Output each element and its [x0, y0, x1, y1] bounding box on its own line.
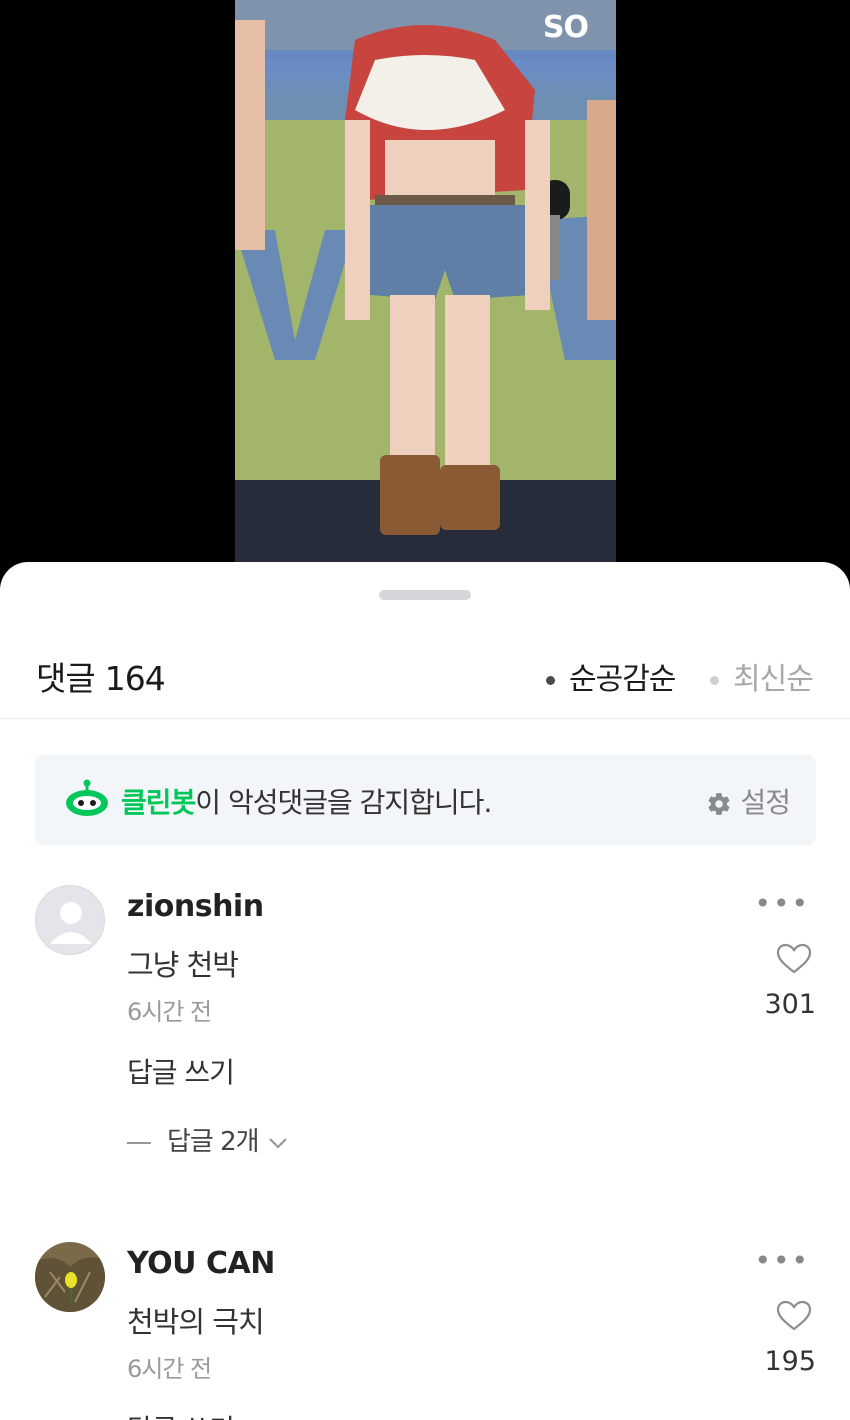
video-player[interactable]: SO [0, 0, 850, 600]
sort-option-latest-label: 최신순 [733, 662, 814, 697]
comments-title-label: 댓글 [36, 659, 96, 698]
replies-toggle-label: 답글 2개 [167, 1127, 260, 1157]
photo-avatar[interactable] [35, 1242, 105, 1312]
reply-write-button[interactable]: 답글 쓰기 [127, 1051, 235, 1091]
drag-handle[interactable] [379, 590, 471, 600]
active-dot-icon [546, 676, 555, 685]
gear-icon [708, 793, 731, 815]
more-options-icon[interactable]: ••• [754, 887, 810, 920]
dash-icon [127, 1141, 151, 1144]
comments-header: 댓글 164 순공감순 최신순 [0, 642, 850, 719]
default-avatar-icon[interactable] [35, 885, 105, 955]
settings-button[interactable]: 설정 [706, 781, 791, 821]
cleanbot-message-text: 이 악성댓글을 감지합니다. [195, 786, 492, 819]
video-watermark: SO [542, 10, 589, 45]
like-count: 301 [764, 989, 816, 1020]
comment-author[interactable]: YOU CAN [127, 1246, 275, 1281]
comment-text: 천박의 극치 [127, 1305, 265, 1339]
sort-option-popular[interactable]: 순공감순 [546, 654, 676, 698]
cleanbot-message: 클린봇이 악성댓글을 감지합니다. [121, 781, 492, 821]
video-frame[interactable]: SO [235, 0, 616, 562]
inactive-dot-icon [710, 676, 719, 685]
like-count: 195 [764, 1346, 816, 1377]
comments-title: 댓글 164 [36, 652, 166, 700]
settings-label: 설정 [740, 786, 791, 819]
comments-count: 164 [104, 659, 166, 698]
comments-sheet: 댓글 164 순공감순 최신순 클린봇이 악성댓글을 감지합니다. 설정 zio… [0, 562, 850, 1420]
heart-icon[interactable] [776, 1300, 812, 1336]
reply-write-button[interactable]: 답글 쓰기 [127, 1408, 235, 1420]
robot-icon [65, 779, 109, 823]
video-still-image [235, 0, 616, 562]
cleanbot-banner: 클린봇이 악성댓글을 감지합니다. 설정 [35, 755, 816, 845]
heart-icon[interactable] [776, 943, 812, 979]
comment-text: 그냥 천박 [127, 948, 239, 982]
replies-toggle[interactable]: 답글 2개 [127, 1121, 289, 1158]
sort-option-popular-label: 순공감순 [569, 662, 676, 697]
comment-time: 6시간 전 [127, 998, 212, 1026]
chevron-down-icon [268, 1137, 287, 1149]
sort-option-latest[interactable]: 최신순 [710, 654, 814, 698]
comment-item: zionshin ••• 그냥 천박 6시간 전 301 답글 쓰기 답글 2개 [0, 885, 850, 1185]
comment-item: YOU CAN ••• 천박의 극치 6시간 전 195 답글 쓰기 [0, 1242, 850, 1420]
comment-time: 6시간 전 [127, 1355, 212, 1383]
more-options-icon[interactable]: ••• [754, 1244, 810, 1277]
cleanbot-brand: 클린봇 [121, 786, 196, 819]
comment-author[interactable]: zionshin [127, 889, 264, 924]
